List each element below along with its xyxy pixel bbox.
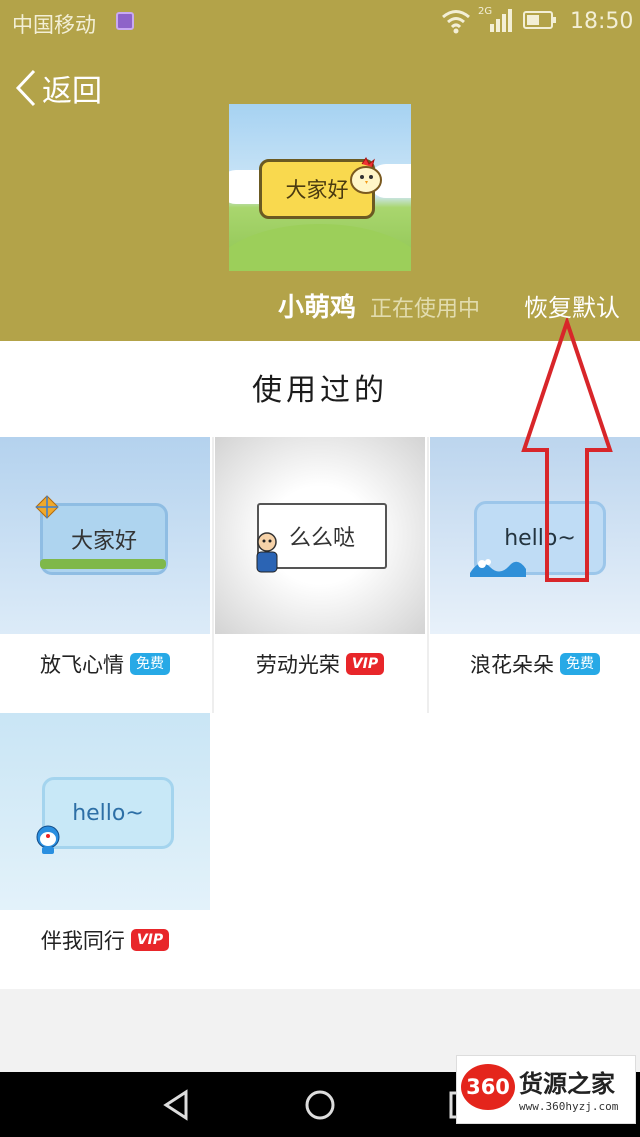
kite-icon — [35, 495, 59, 519]
wifi-icon — [442, 10, 470, 34]
bubble-caption: 浪花朵朵 免费 — [430, 634, 640, 694]
vip-badge: VIP — [130, 929, 170, 951]
bubble-name: 劳动光荣 — [255, 653, 340, 677]
circle-home-icon[interactable] — [303, 1088, 337, 1122]
hill-decoration — [229, 224, 411, 271]
card-divider — [427, 437, 429, 713]
triangle-back-icon[interactable] — [160, 1088, 194, 1122]
bubble-thumbnail: 大家好 — [0, 437, 210, 634]
bubble-name: 浪花朵朵 — [470, 653, 554, 677]
card-divider — [212, 437, 214, 713]
signal-icon: 2G — [478, 6, 514, 34]
bubble-thumbnail: hello~ — [0, 713, 210, 910]
current-theme-name: 小萌鸡 — [278, 293, 357, 323]
watermark-logo: 360 — [461, 1064, 515, 1110]
clock: 18:50 — [570, 9, 634, 34]
back-button[interactable]: 返回 — [14, 68, 102, 109]
bubble-caption: 伴我同行 VIP — [0, 910, 210, 970]
current-theme-status: 正在使用中 — [370, 297, 481, 322]
site-watermark: 360 货源之家 www.360hyzj.com — [456, 1055, 636, 1124]
bubble-name: 伴我同行 — [40, 929, 125, 953]
annotation-arrow — [521, 318, 613, 582]
current-theme-preview: 大家好 — [229, 104, 411, 271]
free-badge: 免费 — [560, 653, 600, 675]
battery-icon — [523, 11, 556, 29]
gallery-notification-icon — [116, 12, 134, 30]
bubble-caption: 放飞心情 免费 — [0, 634, 210, 694]
worker-icon — [256, 532, 278, 573]
chick-icon — [350, 157, 382, 194]
doraemon-icon — [36, 825, 60, 854]
carrier-label: 中国移动 — [12, 13, 96, 37]
bubble-card-laodong[interactable]: 么么哒 劳动光荣 VIP — [215, 437, 425, 712]
bubble-thumbnail: 么么哒 — [215, 437, 425, 634]
watermark-title: 货源之家 — [519, 1070, 615, 1098]
wave-decoration — [470, 559, 526, 577]
grass-decoration — [40, 559, 166, 569]
vip-badge: VIP — [345, 653, 385, 675]
bubble-card-banwo[interactable]: hello~ 伴我同行 VIP — [0, 713, 210, 988]
free-badge: 免费 — [130, 653, 170, 675]
watermark-url: www.360hyzj.com — [519, 1100, 619, 1113]
bubble-name: 放飞心情 — [40, 653, 124, 677]
bubble-card-fangfei[interactable]: 大家好 放飞心情 免费 — [0, 437, 210, 712]
theme-header: 中国移动 2G 18:50 返回 大家好 小萌鸡 正在使用中 恢复默认 — [0, 0, 640, 341]
status-bar: 中国移动 2G 18:50 — [0, 0, 640, 46]
bubble-caption: 劳动光荣 VIP — [215, 634, 425, 694]
chevron-left-icon — [15, 69, 36, 107]
back-label: 返回 — [42, 74, 102, 109]
